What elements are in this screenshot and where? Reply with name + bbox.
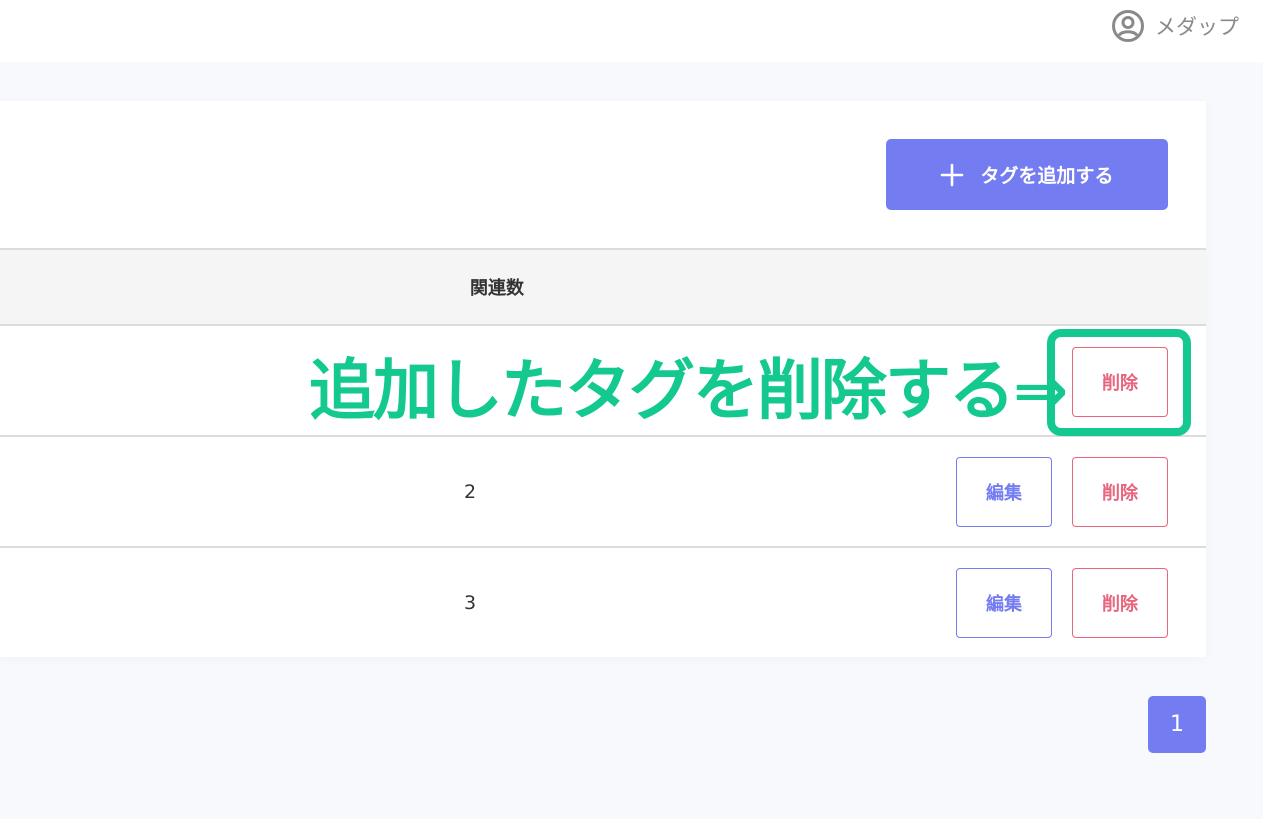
plus-icon — [940, 163, 964, 187]
edit-button[interactable]: 編集 — [956, 568, 1052, 638]
user-name: メダップ — [1155, 15, 1239, 39]
edit-button[interactable]: 編集 — [956, 457, 1052, 527]
related-count: 3 — [463, 591, 477, 614]
annotation-text: 追加したタグを削除する⇒ — [309, 352, 1068, 429]
table-header: 関連数 — [0, 248, 1206, 326]
user-circle-icon — [1111, 9, 1145, 43]
table-row: 3 編集 削除 — [0, 548, 1206, 657]
column-header-count: 関連数 — [470, 278, 524, 299]
delete-button[interactable]: 削除 — [1072, 457, 1168, 527]
annotation-highlight-box — [1047, 329, 1191, 436]
delete-button[interactable]: 削除 — [1072, 568, 1168, 638]
add-tag-button[interactable]: タグを追加する — [886, 139, 1168, 210]
top-bar: メダップ — [0, 0, 1263, 62]
pagination-page-button[interactable]: 1 — [1148, 696, 1206, 753]
related-count: 2 — [463, 480, 477, 503]
table-row: 2 編集 削除 — [0, 437, 1206, 548]
add-tag-label: タグを追加する — [980, 165, 1114, 187]
user-menu[interactable]: メダップ — [1111, 9, 1239, 43]
